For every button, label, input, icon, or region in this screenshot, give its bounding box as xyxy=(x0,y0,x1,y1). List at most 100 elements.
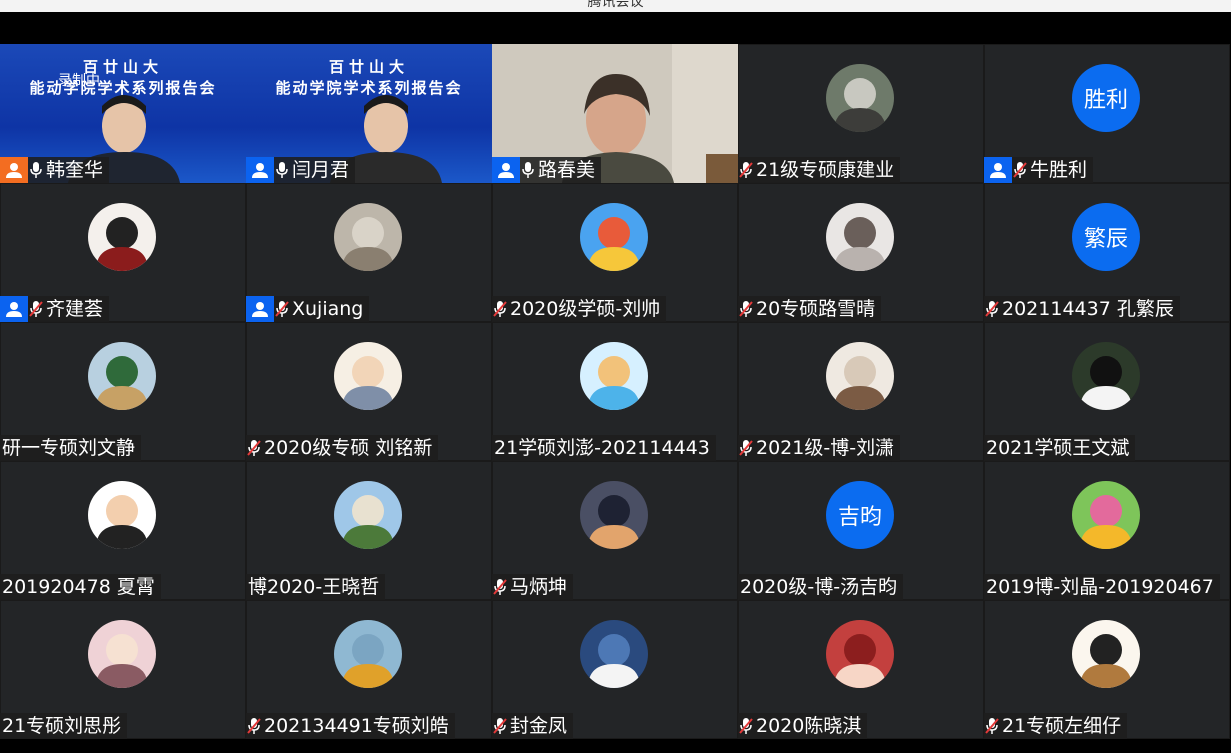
participant-name: 路春美 xyxy=(538,159,596,181)
cartoon-planet-icon xyxy=(580,203,648,271)
participant-name-bar: Xujiang xyxy=(246,296,370,322)
participant-tile[interactable]: 21专硕左细仔 xyxy=(984,600,1230,739)
participant-tile[interactable]: 21学硕刘澎-202114443 xyxy=(492,322,738,461)
anime-girl-icon xyxy=(334,342,402,410)
mic-muted-icon xyxy=(246,713,262,739)
participant-name-bar: 2020级学硕-刘帅 xyxy=(492,296,667,322)
mic-muted-icon xyxy=(738,157,754,183)
window-titlebar: 腾讯会议 — xyxy=(0,0,1231,12)
participant-name-bar: 封金凤 xyxy=(492,713,574,739)
meeting-bottom-bar xyxy=(0,740,1231,753)
participant-name: 2020级-博-汤吉昀 xyxy=(740,576,898,598)
mic-muted-icon xyxy=(28,296,44,322)
participant-tile[interactable]: 胜利牛胜利 xyxy=(984,44,1230,183)
participant-name: 21级专硕康建业 xyxy=(756,159,895,181)
participant-name-bar: 博2020-王晓哲 xyxy=(246,574,386,600)
participant-name: 马炳坤 xyxy=(510,576,568,598)
participant-tile[interactable]: Xujiang xyxy=(246,183,492,322)
participant-name-bar: 21级专硕康建业 xyxy=(738,157,901,183)
participant-name-bar: 202134491专硕刘皓 xyxy=(246,713,455,739)
participant-role-icon xyxy=(246,157,274,183)
participant-name-bar: 2021级-博-刘潇 xyxy=(738,435,901,461)
participant-name-bar: 路春美 xyxy=(492,157,602,183)
participant-name-bar: 21专硕刘思彤 xyxy=(0,713,128,739)
participant-tile[interactable]: 马炳坤 xyxy=(492,461,738,600)
participant-tile[interactable]: 201920478 夏霄 xyxy=(0,461,246,600)
sign-sky-photo-icon xyxy=(334,620,402,688)
mic-muted-icon xyxy=(1012,157,1028,183)
participant-tile[interactable]: 百廿山大 能动学院学术系列报告会 闫月君 xyxy=(246,44,492,183)
participant-tile[interactable]: 博2020-王晓哲 xyxy=(246,461,492,600)
building-photo-icon xyxy=(826,64,894,132)
girl-sea-photo-icon xyxy=(580,620,648,688)
participant-grid: 百廿山大 能动学院学术系列报告会 录制中 韩奎华 百廿山大 能动学院学术系列报告会 闫月君路… xyxy=(0,44,1231,740)
participant-name-bar: 20专硕路雪晴 xyxy=(738,296,882,322)
window-title: 腾讯会议 xyxy=(587,0,644,10)
participant-name-bar: 21学硕刘澎-202114443 xyxy=(492,435,716,461)
avatar: 繁辰 xyxy=(1072,203,1140,271)
participant-name: 21专硕刘思彤 xyxy=(2,715,122,737)
mic-muted-icon xyxy=(738,713,754,739)
participant-tile[interactable]: 2021级-博-刘潇 xyxy=(738,322,984,461)
participant-tile[interactable]: 吉昀 2020级-博-汤吉昀 xyxy=(738,461,984,600)
participant-name: 研一专硕刘文静 xyxy=(2,437,136,459)
participant-name: 牛胜利 xyxy=(1030,159,1088,181)
participant-tile[interactable]: 2020级学硕-刘帅 xyxy=(492,183,738,322)
participant-tile[interactable]: 封金凤 xyxy=(492,600,738,739)
avatar: 胜利 xyxy=(1072,64,1140,132)
mic-muted-icon xyxy=(984,713,1000,739)
mic-muted-icon xyxy=(738,296,754,322)
cartoon-pooh-icon xyxy=(1072,481,1140,549)
puppy-world-icon xyxy=(1072,620,1140,688)
participant-name: 2019博-刘晶-201920467 xyxy=(986,576,1214,598)
participant-tile[interactable]: 202134491专硕刘皓 xyxy=(246,600,492,739)
participant-name: 21专硕左细仔 xyxy=(1002,715,1122,737)
participant-tile[interactable]: 2021学硕王文斌 xyxy=(984,322,1230,461)
participant-name-bar: 牛胜利 xyxy=(984,157,1094,183)
participant-tile[interactable]: 齐建荟 xyxy=(0,183,246,322)
participant-name-bar: 研一专硕刘文静 xyxy=(0,435,142,461)
palm-tree-photo-icon xyxy=(334,481,402,549)
participant-name-bar: 马炳坤 xyxy=(492,574,574,600)
participant-tile[interactable]: 21专硕刘思彤 xyxy=(0,600,246,739)
girl-back-photo-icon xyxy=(826,342,894,410)
participant-name-bar: 韩奎华 xyxy=(0,157,110,183)
participant-name-bar: 202114437 孔繁辰 xyxy=(984,296,1180,322)
pier-sunset-photo-icon xyxy=(580,481,648,549)
participant-name-bar: 齐建荟 xyxy=(0,296,110,322)
mic-muted-icon xyxy=(492,296,508,322)
participant-tile[interactable]: 路春美 xyxy=(492,44,738,183)
participant-name: 2020陈晓淇 xyxy=(756,715,862,737)
participant-name-bar: 201920478 夏霄 xyxy=(0,574,161,600)
mic-muted-icon xyxy=(984,296,1000,322)
minimize-button[interactable]: — xyxy=(1169,0,1183,7)
participant-tile[interactable]: 繁辰 202114437 孔繁辰 xyxy=(984,183,1230,322)
mic-icon xyxy=(274,157,290,183)
participant-name: 齐建荟 xyxy=(46,298,104,320)
participant-role-icon xyxy=(492,157,520,183)
cartoon-boy-icon xyxy=(88,481,156,549)
participant-name: 21学硕刘澎-202114443 xyxy=(494,437,710,459)
kitten-photo-icon xyxy=(826,203,894,271)
participant-name: 2020级学硕-刘帅 xyxy=(510,298,661,320)
participant-name: 2021级-博-刘潇 xyxy=(756,437,895,459)
meeting-top-bar xyxy=(0,12,1231,44)
participant-tile[interactable]: 2020陈晓淇 xyxy=(738,600,984,739)
panda-photo-icon xyxy=(1072,342,1140,410)
participant-name: 2020级专硕 刘铭新 xyxy=(264,437,433,459)
participant-tile[interactable]: 21级专硕康建业 xyxy=(738,44,984,183)
participant-role-icon xyxy=(984,157,1012,183)
participant-name: 2021学硕王文斌 xyxy=(986,437,1130,459)
participant-name-bar: 2021学硕王文斌 xyxy=(984,435,1136,461)
mic-muted-icon xyxy=(246,435,262,461)
participant-tile[interactable]: 20专硕路雪晴 xyxy=(738,183,984,322)
participant-tile[interactable]: 研一专硕刘文静 xyxy=(0,322,246,461)
participant-tile[interactable]: 百廿山大 能动学院学术系列报告会 录制中 韩奎华 xyxy=(0,44,246,183)
participant-name-bar: 闫月君 xyxy=(246,157,356,183)
participant-name-bar: 2019博-刘晶-201920467 xyxy=(984,574,1220,600)
logo-photo-icon xyxy=(88,203,156,271)
participant-name: 202134491专硕刘皓 xyxy=(264,715,449,737)
participant-name-bar: 2020级-博-汤吉昀 xyxy=(738,574,904,600)
participant-tile[interactable]: 2020级专硕 刘铭新 xyxy=(246,322,492,461)
participant-tile[interactable]: 2019博-刘晶-201920467 xyxy=(984,461,1230,600)
